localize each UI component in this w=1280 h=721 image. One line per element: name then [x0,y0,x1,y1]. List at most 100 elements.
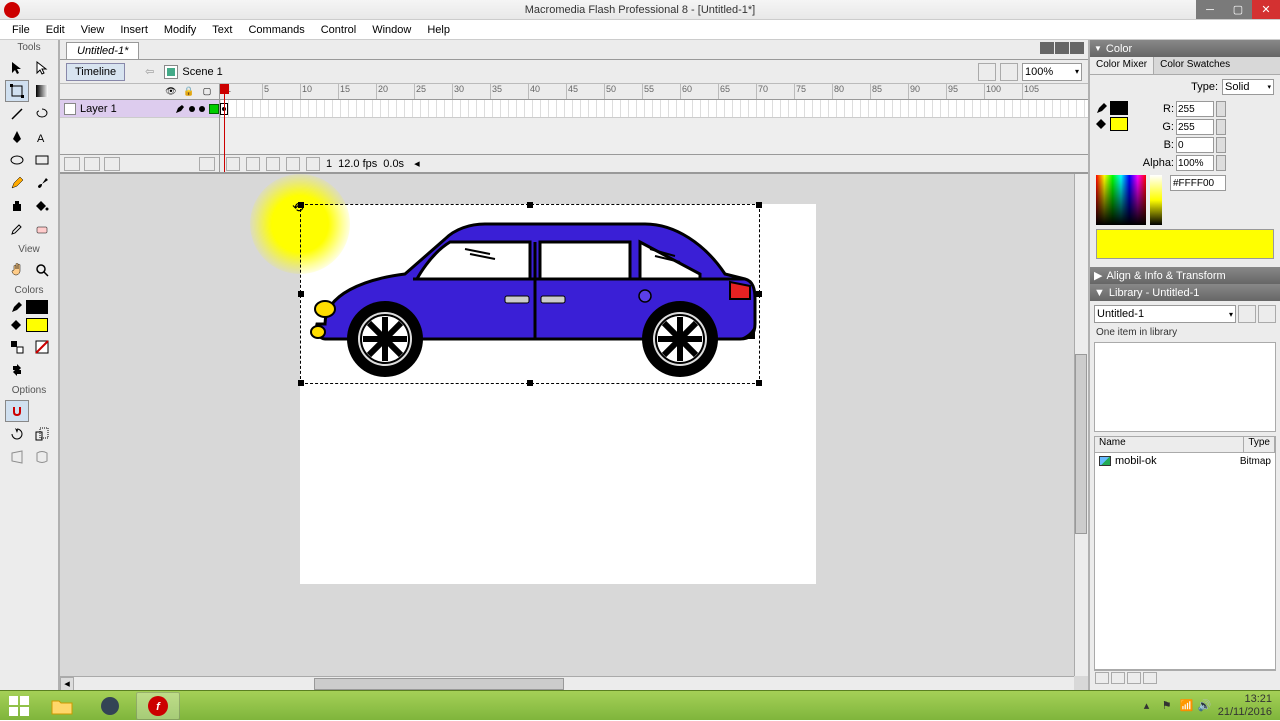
scroll-left-icon[interactable]: ◂ [414,157,420,170]
maximize-button[interactable]: ▢ [1224,0,1252,19]
mixer-nocolor-button[interactable] [1109,135,1121,147]
mixer-bw-button[interactable] [1096,135,1108,147]
pen-tool[interactable] [5,126,29,148]
handle-top-mid[interactable] [527,202,533,208]
layer-visible-dot[interactable] [189,106,195,112]
g-spinner[interactable] [1216,119,1226,135]
vertical-scrollbar[interactable] [1074,174,1088,676]
lock-icon[interactable]: 🔒 [183,86,195,98]
swatch-black-white-button[interactable] [5,336,29,358]
subselection-tool[interactable] [30,57,54,79]
pencil-tool[interactable] [5,172,29,194]
timeline-tab[interactable]: Timeline [66,63,125,81]
scale-option[interactable] [30,423,54,445]
doc-restore-icon[interactable] [1055,42,1069,54]
library-panel-header[interactable]: ▼Library - Untitled-1 [1090,284,1280,301]
distort-option[interactable] [5,446,29,468]
type-select[interactable]: Solid [1222,79,1274,95]
onion-skin-button[interactable] [246,157,260,171]
swap-colors-button[interactable] [5,359,29,381]
r-input[interactable] [1176,101,1214,117]
taskbar-app1[interactable] [88,692,132,720]
eraser-tool[interactable] [30,218,54,240]
library-new-button[interactable] [1258,305,1276,323]
g-input[interactable] [1176,119,1214,135]
luminance-bar[interactable] [1150,175,1162,225]
mixer-fill-swatch[interactable] [1110,117,1128,131]
close-button[interactable]: ✕ [1252,0,1280,19]
doc-close-icon[interactable] [1070,42,1084,54]
handle-bottom-left[interactable] [298,380,304,386]
line-tool[interactable] [5,103,29,125]
gradient-transform-tool[interactable] [30,80,54,102]
no-color-button[interactable] [30,336,54,358]
menu-commands[interactable]: Commands [240,22,312,38]
onion-outlines-button[interactable] [266,157,280,171]
color-panel-header[interactable]: ▼Color [1090,40,1280,57]
menu-help[interactable]: Help [419,22,458,38]
clock[interactable]: 13:21 21/11/2016 [1218,693,1272,717]
snap-option[interactable] [5,400,29,422]
b-spinner[interactable] [1216,137,1226,153]
scroll-left-button[interactable]: ◂ [60,677,74,691]
taskbar-explorer[interactable] [40,692,84,720]
document-tab[interactable]: Untitled-1* [66,42,139,59]
scroll-thumb-v[interactable] [1075,354,1087,534]
hex-input[interactable] [1170,175,1226,191]
tray-volume-icon[interactable]: 🔊 [1198,699,1212,713]
library-pin-button[interactable] [1238,305,1256,323]
layer-outline-swatch[interactable] [209,104,219,114]
library-item-row[interactable]: mobil-ok Bitmap [1095,453,1275,469]
eye-icon[interactable]: 👁 [165,86,177,98]
lib-new-folder-button[interactable] [1111,672,1125,684]
b-input[interactable] [1176,137,1214,153]
new-folder-button[interactable] [104,157,120,171]
alpha-spinner[interactable] [1216,155,1226,171]
alpha-input[interactable] [1176,155,1214,171]
back-icon[interactable]: ⇦ [145,65,154,78]
new-layer-button[interactable] [64,157,80,171]
envelope-option[interactable] [30,446,54,468]
taskbar-flash[interactable]: f [136,692,180,720]
handle-bottom-right[interactable] [756,380,762,386]
start-button[interactable] [0,691,38,721]
outline-icon[interactable]: ▢ [201,86,213,98]
hand-tool[interactable] [5,259,29,281]
rectangle-tool[interactable] [30,149,54,171]
edit-scene-button[interactable] [978,63,996,81]
handle-top-right[interactable] [756,202,762,208]
fill-color-swatch[interactable] [26,318,48,332]
handle-bottom-mid[interactable] [527,380,533,386]
text-tool[interactable]: A [30,126,54,148]
layer-lock-dot[interactable] [199,106,205,112]
ink-bottle-tool[interactable] [5,195,29,217]
oval-tool[interactable] [5,149,29,171]
selection-tool[interactable] [5,57,29,79]
scroll-thumb-h[interactable] [314,678,564,690]
frames-track[interactable] [220,100,1088,118]
menu-window[interactable]: Window [364,22,419,38]
menu-edit[interactable]: Edit [38,22,73,38]
lib-new-symbol-button[interactable] [1095,672,1109,684]
center-frame-button[interactable] [226,157,240,171]
minimize-button[interactable]: ─ [1196,0,1224,19]
lasso-tool[interactable] [30,103,54,125]
scene-name[interactable]: Scene 1 [182,66,222,78]
lib-properties-button[interactable] [1127,672,1141,684]
playhead[interactable] [224,84,225,172]
paint-bucket-tool[interactable] [30,195,54,217]
library-doc-select[interactable]: Untitled-1 [1094,305,1236,323]
mixer-stroke-swatch[interactable] [1110,101,1128,115]
r-spinner[interactable] [1216,101,1226,117]
tray-flag-icon[interactable]: ⚑ [1162,699,1176,713]
layer-row[interactable]: Layer 1 [60,100,219,118]
doc-minimize-icon[interactable] [1040,42,1054,54]
stage-area[interactable]: ⟲ ◂ [60,174,1088,690]
selection-bounding-box[interactable] [300,204,760,384]
menu-control[interactable]: Control [313,22,364,38]
brush-tool[interactable] [30,172,54,194]
menu-modify[interactable]: Modify [156,22,204,38]
align-panel-header[interactable]: ▶Align & Info & Transform [1090,267,1280,284]
modify-onion-button[interactable] [306,157,320,171]
free-transform-tool[interactable] [5,80,29,102]
